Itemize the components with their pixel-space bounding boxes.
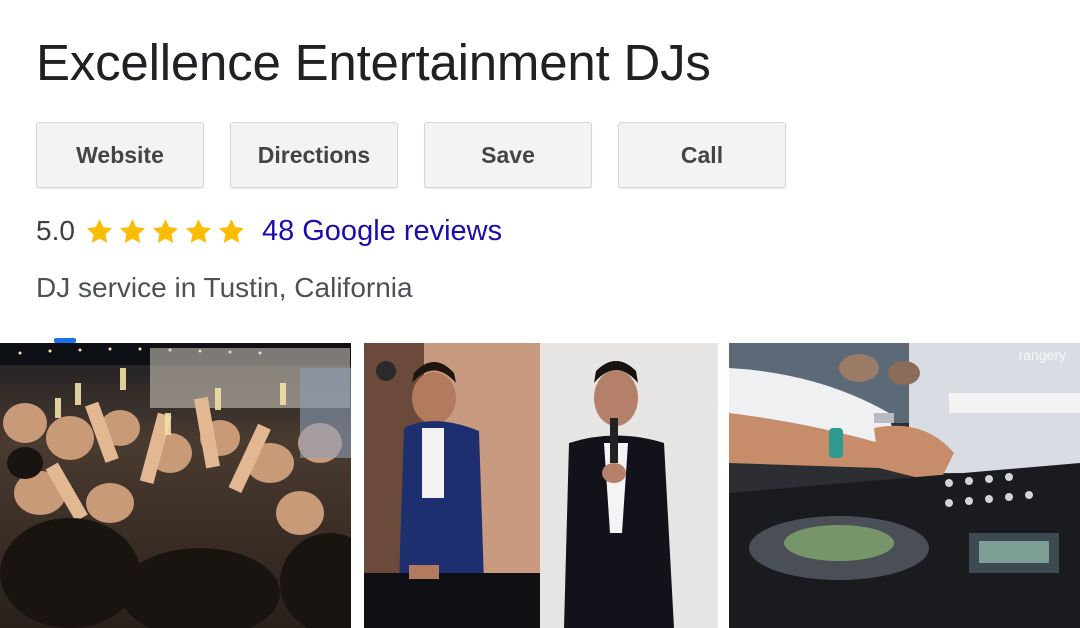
star-icon (184, 217, 213, 246)
star-icon (118, 217, 147, 246)
action-buttons: Website Directions Save Call (36, 122, 796, 190)
google-reviews-link[interactable]: 48 Google reviews (262, 215, 502, 248)
photo-watermark: rangery (1018, 347, 1066, 363)
rating-value: 5.0 (36, 215, 75, 246)
website-button[interactable]: Website (36, 122, 204, 188)
call-button[interactable]: Call (618, 122, 786, 188)
photo-party-crowd[interactable] (0, 343, 351, 628)
star-rating (85, 217, 250, 246)
star-icon (217, 217, 246, 246)
rating-row: 5.0 48 Google reviews (36, 208, 502, 254)
directions-button[interactable]: Directions (230, 122, 398, 188)
business-category: DJ service in Tustin, California (36, 272, 413, 303)
photo-dj-host[interactable] (364, 343, 718, 628)
business-title: Excellence Entertainment DJs (36, 34, 711, 91)
photo-dj-mixer[interactable]: rangery (729, 343, 1080, 628)
save-button[interactable]: Save (424, 122, 592, 188)
star-icon (85, 217, 114, 246)
star-icon (151, 217, 180, 246)
